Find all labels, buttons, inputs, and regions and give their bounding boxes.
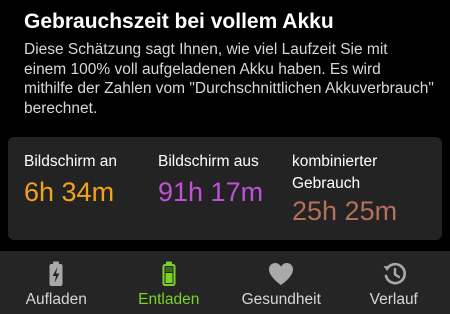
heart-icon — [267, 260, 295, 288]
stat-value: 91h 17m — [158, 177, 264, 207]
tab-discharging[interactable]: Entladen — [113, 251, 226, 314]
tab-health[interactable]: Gesundheit — [225, 251, 338, 314]
tab-history[interactable]: Verlauf — [338, 251, 450, 314]
stat-label: kombinierter Gebrauch — [292, 153, 378, 192]
stat-label: Bildschirm aus — [158, 153, 259, 170]
stat-screen-on: Bildschirm an 6h 34m — [24, 151, 117, 208]
tab-label: Gesundheit — [241, 291, 321, 308]
tab-label: Aufladen — [25, 291, 87, 308]
bottom-tab-bar: Aufladen Entladen Gesundheit Verlauf — [0, 251, 450, 314]
stat-screen-off: Bildschirm aus 91h 17m — [158, 151, 263, 208]
section-title: Gebrauchszeit bei vollem Akku — [24, 10, 334, 33]
stat-combined-usage: kombinierter Gebrauch 25h 25m — [292, 151, 412, 227]
stat-value: 25h 25m — [292, 196, 398, 226]
section-description: Diese Schätzung sagt Ihnen, wie viel Lau… — [24, 41, 434, 117]
usage-estimate-card: Bildschirm an 6h 34m Bildschirm aus 91h … — [8, 137, 442, 240]
battery-usage-screen: Gebrauchszeit bei vollem Akku Diese Schä… — [0, 0, 450, 314]
battery-charging-icon — [42, 260, 70, 288]
stat-label: Bildschirm an — [24, 153, 118, 170]
battery-discharging-icon — [155, 260, 183, 288]
history-icon — [380, 260, 408, 288]
tab-label: Entladen — [138, 291, 200, 308]
tab-charging[interactable]: Aufladen — [0, 251, 113, 314]
stat-value: 6h 34m — [24, 177, 115, 207]
tab-label: Verlauf — [369, 291, 418, 308]
